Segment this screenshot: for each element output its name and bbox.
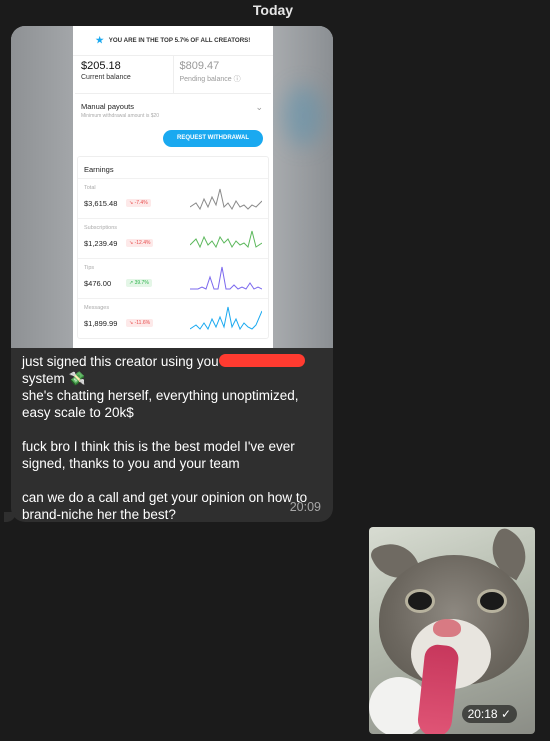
balance-row: $205.18 Current balance $809.47 Pending … bbox=[75, 56, 271, 94]
message-text: just signed this creator using you system… bbox=[22, 353, 328, 522]
payout-section: Manual payouts Minimum withdrawal amount… bbox=[73, 94, 273, 156]
current-balance: $205.18 Current balance bbox=[75, 56, 173, 93]
current-balance-amount: $205.18 bbox=[81, 60, 121, 72]
earnings-row-messages: Messages $1,899.99 ↘ -11.6% bbox=[78, 298, 268, 338]
earnings-row-value: $3,615.48 bbox=[84, 199, 118, 208]
date-header: Today bbox=[252, 2, 294, 18]
earnings-row-tips: Tips $476.00 ↗ 39.7% bbox=[78, 258, 268, 298]
earnings-row-subscriptions: Subscriptions $1,239.49 ↘ -12.4% bbox=[78, 218, 268, 258]
photo-blur-right bbox=[273, 26, 333, 348]
request-withdrawal-button: REQUEST WITHDRAWAL bbox=[163, 130, 263, 147]
sparkline-subscriptions bbox=[190, 230, 262, 249]
earnings-screenshot: ★ YOU ARE IN THE TOP 5.7% OF ALL CREATOR… bbox=[73, 26, 273, 348]
payout-title: Manual payouts bbox=[81, 102, 134, 111]
earnings-row-value: $1,899.99 bbox=[84, 319, 118, 328]
chevron-down-icon: ⌄ bbox=[255, 102, 263, 112]
sparkline-tips bbox=[190, 266, 262, 290]
earnings-card: Earnings Total $3,615.48 ↘ -7.4% Subscri… bbox=[77, 156, 269, 339]
attached-screenshot[interactable]: ★ YOU ARE IN THE TOP 5.7% OF ALL CREATOR… bbox=[11, 26, 333, 348]
earnings-heading: Earnings bbox=[84, 165, 114, 174]
message-timestamp: 20:09 bbox=[289, 500, 321, 514]
cat-eye-left bbox=[405, 589, 435, 613]
earnings-row-name: Tips bbox=[84, 265, 95, 271]
photo-blur-left bbox=[11, 26, 73, 348]
image-timestamp: 20:18 ✓ bbox=[461, 705, 517, 723]
current-balance-label: Current balance bbox=[81, 74, 131, 81]
info-icon: ⓘ bbox=[233, 76, 241, 83]
earnings-row-change: ↘ -7.4% bbox=[126, 199, 151, 207]
message-paragraph-2: fuck bro I think this is the best model … bbox=[22, 439, 295, 471]
outgoing-image-message[interactable]: 20:18 ✓ bbox=[369, 527, 535, 734]
earnings-row-change: ↘ -12.4% bbox=[126, 239, 154, 247]
earnings-row-name: Subscriptions bbox=[84, 225, 118, 231]
pending-balance-amount: $809.47 bbox=[179, 60, 220, 72]
earnings-row-change: ↘ -11.6% bbox=[126, 319, 154, 327]
message-paragraph-1: just signed this creator using you system… bbox=[22, 353, 328, 421]
bubble-tail bbox=[4, 512, 16, 522]
cat-eye-right bbox=[477, 589, 507, 613]
redaction-mark bbox=[218, 354, 305, 367]
earnings-row-value: $1,239.49 bbox=[84, 239, 118, 248]
pending-balance: $809.47 Pending balance ⓘ bbox=[172, 56, 272, 93]
incoming-message-bubble[interactable]: ★ YOU ARE IN THE TOP 5.7% OF ALL CREATOR… bbox=[11, 26, 333, 522]
message-paragraph-3: can we do a call and get your opinion on… bbox=[22, 490, 308, 522]
sparkline-total bbox=[190, 188, 262, 211]
top-creator-banner: ★ YOU ARE IN THE TOP 5.7% OF ALL CREATOR… bbox=[73, 26, 273, 56]
earnings-row-total: Total $3,615.48 ↘ -7.4% bbox=[78, 178, 268, 218]
sparkline-messages bbox=[190, 306, 262, 331]
banner-text: YOU ARE IN THE TOP 5.7% OF ALL CREATORS! bbox=[108, 37, 251, 44]
star-icon: ★ bbox=[95, 35, 104, 45]
earnings-row-change: ↗ 39.7% bbox=[126, 279, 152, 287]
earnings-row-name: Total bbox=[84, 185, 96, 191]
earnings-row-value: $476.00 bbox=[84, 279, 112, 288]
pending-balance-label: Pending balance ⓘ bbox=[179, 76, 241, 83]
earnings-row-name: Messages bbox=[84, 305, 110, 311]
payout-subtitle: Minimum withdrawal amount is $20 bbox=[81, 113, 160, 119]
cat-nose bbox=[433, 619, 461, 637]
